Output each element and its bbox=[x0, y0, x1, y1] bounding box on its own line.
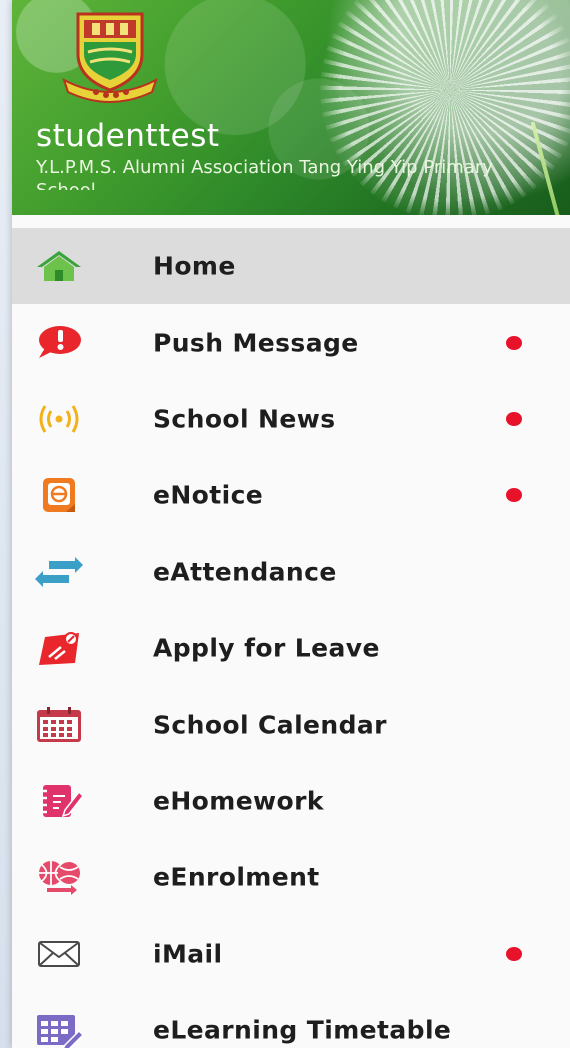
menu-item-elearning-timetable[interactable]: eLearning Timetable bbox=[12, 992, 570, 1048]
menu-item-school-news[interactable]: School News bbox=[12, 381, 570, 457]
menu-item-label: eAttendance bbox=[153, 557, 337, 587]
homework-icon bbox=[35, 781, 83, 821]
school-logo-icon bbox=[62, 12, 158, 103]
menu-item-label: eLearning Timetable bbox=[153, 1015, 452, 1045]
menu-item-eattendance[interactable]: eAttendance bbox=[12, 534, 570, 610]
leave-icon bbox=[35, 628, 83, 668]
calendar-icon bbox=[35, 705, 83, 745]
menu-item-label: Push Message bbox=[153, 328, 359, 358]
user-name: studenttest bbox=[36, 118, 220, 154]
menu-item-apply-for-leave[interactable]: Apply for Leave bbox=[12, 610, 570, 686]
unread-badge bbox=[506, 488, 522, 503]
school-name: Y.L.P.M.S. Alumni Association Tang Ying … bbox=[36, 157, 493, 190]
swap-arrows-icon bbox=[35, 552, 83, 592]
drawer-header: studenttest Y.L.P.M.S. Alumni Associatio… bbox=[12, 0, 570, 215]
unread-badge bbox=[506, 946, 522, 961]
drawer-menu: Home Push Message School News eNotice eA… bbox=[12, 228, 570, 1048]
home-icon bbox=[35, 246, 83, 286]
notice-icon bbox=[35, 475, 83, 515]
push-message-icon bbox=[35, 323, 83, 363]
menu-item-label: iMail bbox=[153, 939, 223, 969]
mail-icon bbox=[35, 934, 83, 974]
menu-item-school-calendar[interactable]: School Calendar bbox=[12, 686, 570, 762]
menu-item-enotice[interactable]: eNotice bbox=[12, 457, 570, 533]
enrolment-icon bbox=[35, 857, 83, 897]
menu-item-push-message[interactable]: Push Message bbox=[12, 304, 570, 380]
unread-badge bbox=[506, 335, 522, 350]
timetable-icon bbox=[35, 1010, 83, 1048]
navigation-drawer: studenttest Y.L.P.M.S. Alumni Associatio… bbox=[12, 0, 570, 1048]
menu-item-label: eHomework bbox=[153, 786, 324, 816]
menu-item-label: School Calendar bbox=[153, 710, 387, 740]
menu-item-label: Apply for Leave bbox=[153, 633, 380, 663]
menu-item-ehomework[interactable]: eHomework bbox=[12, 763, 570, 839]
menu-item-label: School News bbox=[153, 404, 336, 434]
menu-item-imail[interactable]: iMail bbox=[12, 916, 570, 992]
menu-item-label: eNotice bbox=[153, 480, 264, 510]
broadcast-icon bbox=[35, 399, 83, 439]
unread-badge bbox=[506, 411, 522, 426]
menu-item-home[interactable]: Home bbox=[12, 228, 570, 305]
menu-item-eenrolment[interactable]: eEnrolment bbox=[12, 839, 570, 915]
menu-item-label: Home bbox=[153, 251, 236, 281]
menu-item-label: eEnrolment bbox=[153, 862, 320, 892]
